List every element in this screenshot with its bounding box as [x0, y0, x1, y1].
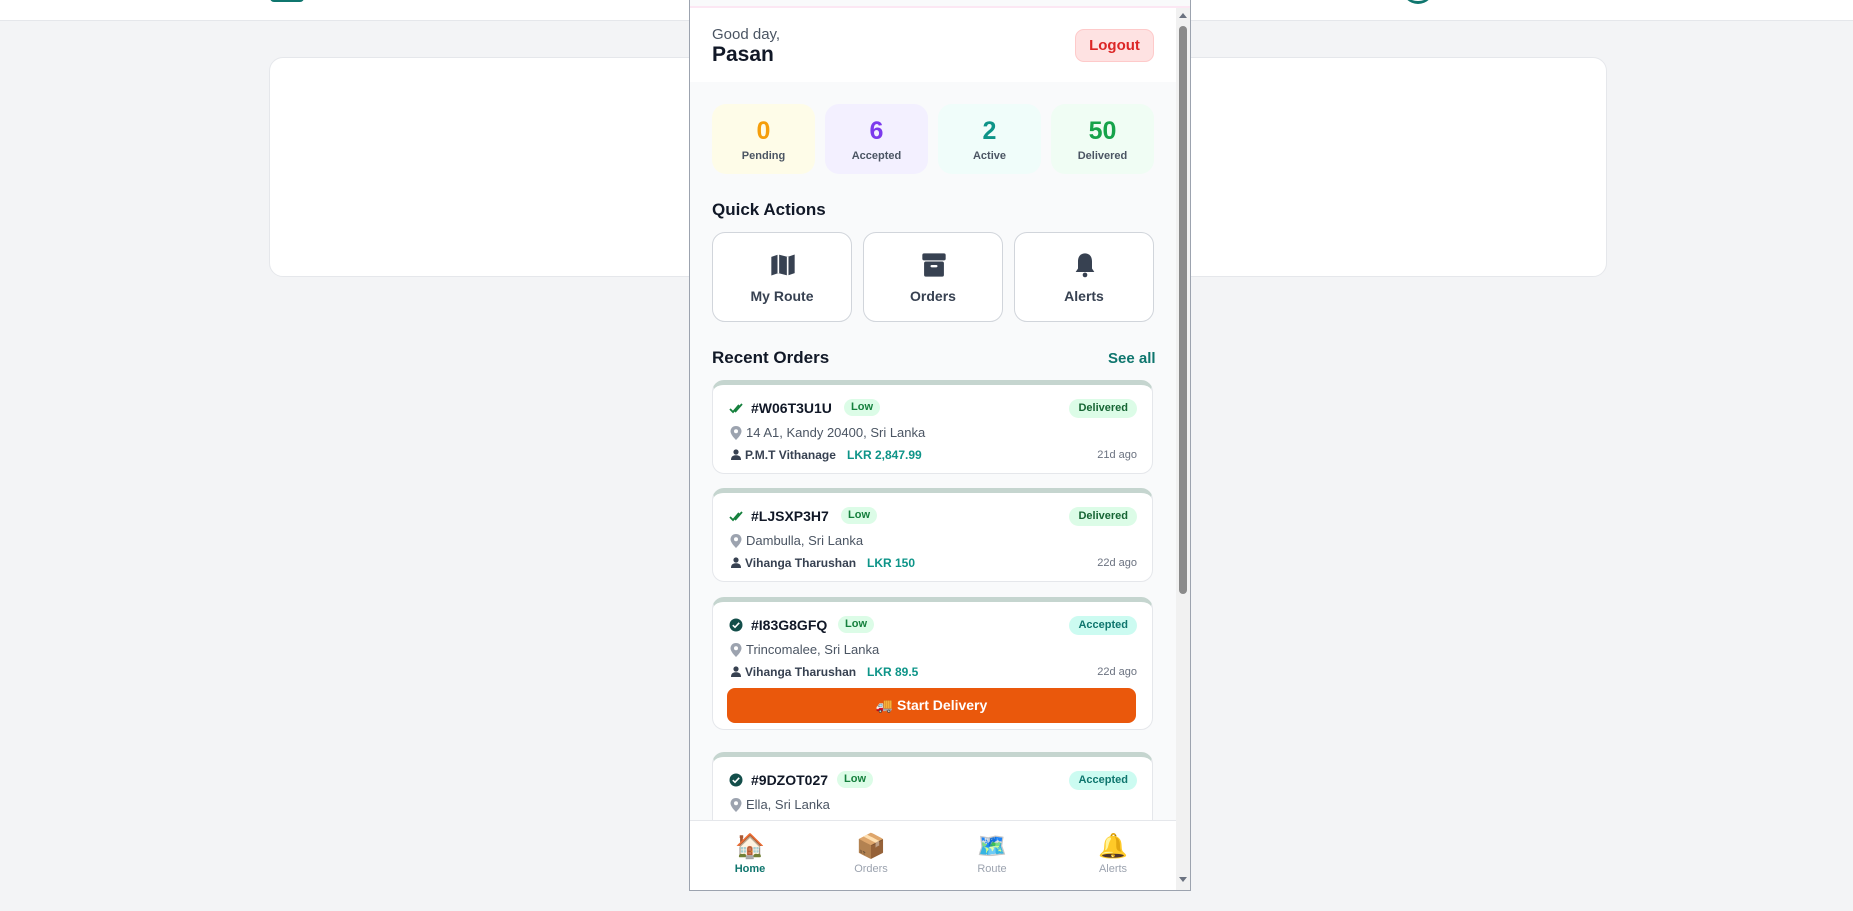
- status-badge: Delivered: [1069, 507, 1137, 526]
- stat-value: 0: [756, 117, 771, 145]
- nav-alerts[interactable]: 🔔 Alerts: [1073, 833, 1153, 875]
- scrollbar-thumb[interactable]: [1179, 26, 1187, 594]
- start-delivery-button[interactable]: 🚚 Start Delivery: [727, 688, 1136, 723]
- app-logo[interactable]: [270, 0, 304, 2]
- order-address: Ella, Sri Lanka: [746, 797, 830, 812]
- bell-icon: [1075, 253, 1095, 278]
- order-card[interactable]: #W06T3U1U Low Delivered 14 A1, Kandy 204…: [712, 380, 1153, 474]
- archive-icon: [922, 253, 946, 277]
- mobile-preview: Good day, Pasan Logout 0 Pending 6 Accep…: [689, 0, 1191, 891]
- status-badge: Accepted: [1069, 616, 1137, 635]
- check-circle-icon: [729, 618, 743, 632]
- person-icon: [731, 666, 741, 677]
- stat-label: Active: [972, 150, 1007, 162]
- location-pin-icon: [730, 798, 742, 812]
- nav-label: Route: [977, 863, 1007, 875]
- nav-route[interactable]: 🗺️ Route: [952, 833, 1032, 875]
- stat-delivered: 50 Delivered: [1051, 104, 1154, 174]
- order-amount: LKR 150: [867, 556, 916, 570]
- nav-label: Orders: [854, 863, 888, 875]
- stat-label: Delivered: [1077, 150, 1128, 162]
- greeting-text: Good day,: [712, 26, 781, 43]
- double-check-icon: [729, 511, 743, 522]
- scrollbar[interactable]: [1176, 8, 1190, 890]
- order-id: #W06T3U1U: [751, 400, 832, 416]
- order-time-ago: 22d ago: [1097, 666, 1137, 678]
- bell-icon: 🔔: [1098, 833, 1128, 860]
- stat-active: 2 Active: [938, 104, 1041, 174]
- order-id: #I83G8GFQ: [751, 617, 828, 633]
- stat-label: Pending: [741, 150, 786, 162]
- order-address: 14 A1, Kandy 20400, Sri Lanka: [746, 425, 926, 440]
- location-pin-icon: [730, 643, 742, 657]
- greeting-header: Good day, Pasan Logout: [690, 8, 1178, 82]
- order-time-ago: 21d ago: [1097, 449, 1137, 461]
- stat-value: 50: [1088, 117, 1117, 145]
- order-amount: LKR 89.5: [867, 665, 919, 679]
- priority-badge: Low: [837, 771, 873, 788]
- stat-value: 2: [982, 117, 997, 145]
- quick-action-label: My Route: [750, 288, 814, 304]
- quick-action-orders[interactable]: Orders: [863, 232, 1003, 322]
- location-pin-icon: [730, 426, 742, 440]
- order-card[interactable]: #LJSXP3H7 Low Delivered Dambulla, Sri La…: [712, 488, 1153, 582]
- customer-name: P.M.T Vithanage: [745, 448, 836, 462]
- customer-name: Vihanga Tharushan: [745, 665, 857, 679]
- priority-badge: Low: [841, 507, 877, 524]
- map-icon: 🗺️: [977, 833, 1007, 860]
- bottom-nav: 🏠 Home 📦 Orders 🗺️ Route 🔔 Alerts: [690, 820, 1178, 890]
- stat-pending: 0 Pending: [712, 104, 815, 174]
- quick-actions-title: Quick Actions: [712, 200, 826, 219]
- package-icon: 📦: [856, 833, 886, 860]
- avatar[interactable]: [1402, 0, 1434, 4]
- order-amount: LKR 2,847.99: [847, 448, 922, 462]
- stat-label: Accepted: [851, 150, 902, 162]
- status-badge: Accepted: [1069, 771, 1137, 790]
- order-id: #LJSXP3H7: [751, 508, 829, 524]
- check-circle-icon: [729, 773, 743, 787]
- order-id: #9DZOT027: [751, 772, 829, 788]
- logout-button[interactable]: Logout: [1075, 29, 1154, 62]
- order-address: Dambulla, Sri Lanka: [746, 533, 864, 548]
- stat-accepted: 6 Accepted: [825, 104, 928, 174]
- recent-orders-title: Recent Orders: [712, 348, 830, 367]
- nav-orders[interactable]: 📦 Orders: [831, 833, 911, 875]
- scroll-down-icon[interactable]: [1179, 877, 1187, 882]
- scroll-content: Good day, Pasan Logout 0 Pending 6 Accep…: [690, 8, 1178, 820]
- order-address: Trincomalee, Sri Lanka: [746, 642, 880, 657]
- status-badge: Delivered: [1069, 399, 1137, 418]
- nav-label: Alerts: [1098, 863, 1128, 875]
- order-time-ago: 22d ago: [1097, 557, 1137, 569]
- priority-badge: Low: [844, 399, 880, 416]
- stat-value: 6: [869, 117, 884, 145]
- quick-action-alerts[interactable]: Alerts: [1014, 232, 1154, 322]
- map-icon: [771, 254, 795, 276]
- order-card[interactable]: #9DZOT027 Low Accepted Ella, Sri Lanka: [712, 752, 1153, 820]
- person-icon: [731, 449, 741, 460]
- home-icon: 🏠: [735, 833, 765, 860]
- quick-action-label: Orders: [910, 288, 956, 304]
- quick-action-my-route[interactable]: My Route: [712, 232, 852, 322]
- nav-home[interactable]: 🏠 Home: [710, 833, 790, 875]
- see-all-link[interactable]: See all: [1108, 350, 1156, 367]
- double-check-icon: [729, 403, 743, 414]
- order-card[interactable]: #I83G8GFQ Low Accepted Trincomalee, Sri …: [712, 597, 1153, 730]
- user-name: Pasan: [712, 43, 774, 66]
- scroll-up-icon[interactable]: [1179, 13, 1187, 18]
- location-pin-icon: [730, 534, 742, 548]
- quick-action-label: Alerts: [1064, 288, 1104, 304]
- person-icon: [731, 557, 741, 568]
- priority-badge: Low: [838, 616, 874, 633]
- nav-label: Home: [734, 863, 766, 875]
- customer-name: Vihanga Tharushan: [745, 556, 857, 570]
